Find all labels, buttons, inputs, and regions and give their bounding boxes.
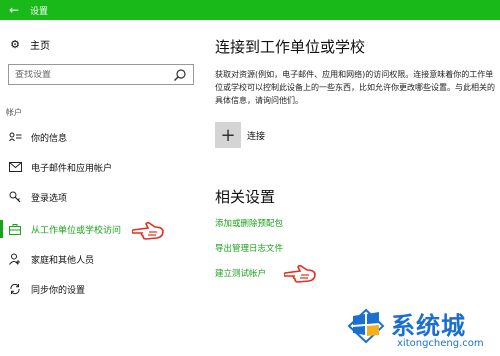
section-label-accounts: 帐户 bbox=[6, 108, 22, 117]
watermark-logo bbox=[347, 308, 385, 344]
sidebar-item-sign-in-options[interactable]: 登录选项 bbox=[0, 184, 200, 210]
watermark-text-en: xitongcheng.com bbox=[397, 338, 484, 349]
connect-label: 连接 bbox=[247, 131, 266, 142]
gear-icon: ⚙ bbox=[10, 38, 20, 51]
sidebar-item-label: 你的信息 bbox=[31, 133, 68, 144]
home-label: 主页 bbox=[30, 41, 50, 52]
person-card-icon bbox=[8, 132, 22, 142]
link-export-logs[interactable]: 导出管理日志文件 bbox=[215, 242, 283, 254]
link-create-test-account[interactable]: 建立测试帐户 bbox=[215, 267, 266, 279]
sidebar-item-family-other[interactable]: 家庭和其他人员 bbox=[0, 246, 200, 272]
key-icon bbox=[8, 191, 22, 203]
sidebar-item-label: 电子邮件和应用帐户 bbox=[31, 163, 113, 174]
connect-button[interactable]: + 连接 bbox=[215, 122, 265, 148]
watermark-text-cn: 系统城 bbox=[391, 312, 466, 340]
back-arrow-icon[interactable]: ← bbox=[0, 0, 28, 20]
person-add-icon bbox=[8, 253, 22, 265]
search-icon[interactable] bbox=[173, 68, 187, 82]
link-add-remove-package[interactable]: 添加或删除预配包 bbox=[215, 217, 283, 229]
pointing-hand-icon bbox=[132, 221, 164, 240]
plus-icon: + bbox=[215, 122, 241, 148]
window-title: 设置 bbox=[30, 6, 49, 17]
briefcase-icon bbox=[8, 223, 22, 235]
sidebar-item-label: 从工作单位或学校访问 bbox=[31, 225, 122, 236]
page-title: 连接到工作单位或学校 bbox=[215, 38, 366, 56]
title-bar: ← 设置 bbox=[0, 0, 500, 20]
pointing-hand-icon bbox=[284, 264, 316, 283]
sidebar-item-sync-settings[interactable]: 同步你的设置 bbox=[0, 276, 200, 302]
sidebar-item-your-info[interactable]: 你的信息 bbox=[0, 124, 200, 150]
sidebar-item-email-accounts[interactable]: 电子邮件和应用帐户 bbox=[0, 154, 200, 180]
sync-icon bbox=[8, 283, 22, 295]
watermark: 系统城 xitongcheng.com bbox=[345, 300, 500, 356]
sidebar-item-label: 家庭和其他人员 bbox=[31, 255, 95, 266]
sidebar: ⚙ 主页 帐户 你的信息 电子邮件和应用帐户 登录选项 从工作单位或学校访问 bbox=[0, 20, 200, 356]
sidebar-item-label: 登录选项 bbox=[31, 193, 68, 204]
search-input[interactable] bbox=[9, 69, 169, 80]
mail-icon bbox=[8, 162, 22, 172]
sidebar-item-label: 同步你的设置 bbox=[31, 285, 86, 296]
home-nav-item[interactable]: ⚙ 主页 bbox=[8, 37, 50, 52]
sidebar-item-work-or-school[interactable]: 从工作单位或学校访问 bbox=[0, 216, 200, 242]
page-description: 获取对资源(例如，电子邮件、应用和网络)的访问权限。连接意味着你的工作单位或学校… bbox=[215, 70, 495, 105]
search-box bbox=[8, 64, 194, 85]
related-settings-heading: 相关设置 bbox=[215, 188, 276, 206]
